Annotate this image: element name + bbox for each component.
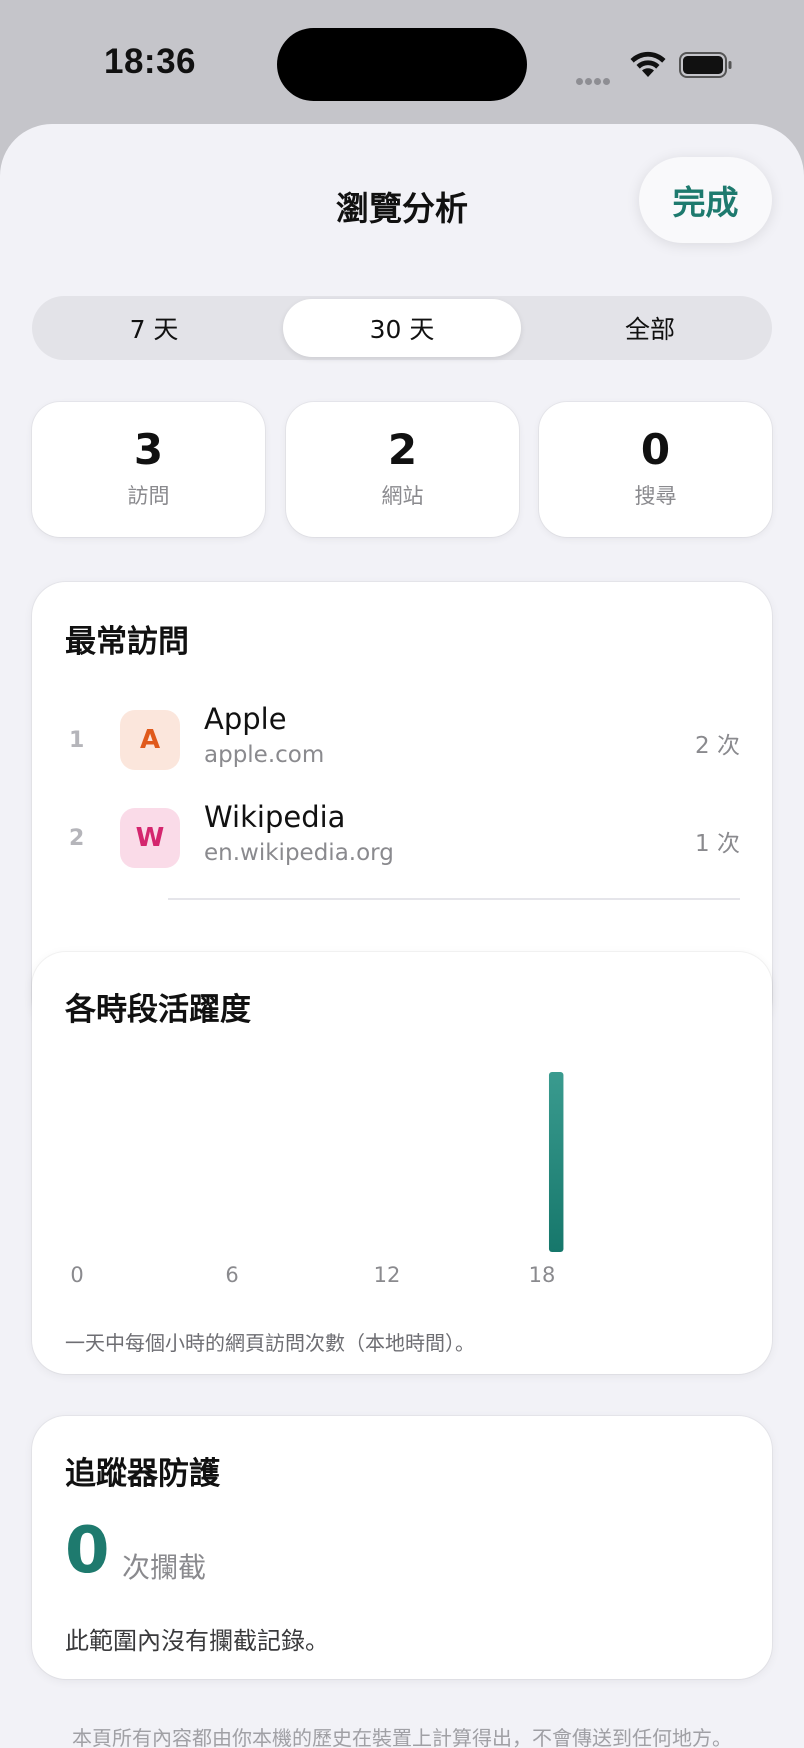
- chart-caption: 一天中每個小時的網頁訪問次數（本地時間）。: [65, 1331, 475, 1355]
- segment-7-days[interactable]: 7 天: [35, 299, 273, 357]
- wifi-icon: [630, 51, 666, 77]
- top-sites-title: 最常訪問: [65, 624, 189, 660]
- analytics-sheet: 瀏覽分析 完成 7 天 30 天 全部 3 訪問 2 網站 0 搜尋 最常訪問 …: [0, 124, 804, 1748]
- x-tick-label: 0: [70, 1263, 83, 1287]
- stat-value: 0: [640, 425, 671, 474]
- site-favicon-icon: W: [120, 808, 180, 868]
- stat-card-sites: 2 網站: [286, 402, 519, 537]
- site-visit-count: 1 次: [695, 831, 740, 857]
- site-rank: 2: [69, 826, 85, 851]
- tracker-blocked-count: 0: [65, 1514, 110, 1588]
- site-domain: apple.com: [204, 742, 325, 768]
- stat-label: 訪問: [127, 484, 170, 508]
- row-divider: [168, 898, 740, 900]
- site-visit-count: 2 次: [695, 733, 740, 759]
- chart-bar-hour-18: [548, 1072, 564, 1252]
- status-time: 18:36: [104, 42, 197, 81]
- tracker-protection-card: 追蹤器防護 0 次攔截 此範圍內沒有攔截記錄。: [32, 1416, 772, 1679]
- list-item[interactable]: 1 A Apple apple.com 2 次: [32, 692, 772, 788]
- site-name: Wikipedia: [204, 800, 346, 834]
- segment-all[interactable]: 全部: [531, 299, 769, 357]
- signal-dots-icon: [576, 70, 612, 89]
- stat-value: 2: [387, 425, 418, 474]
- site-domain: en.wikipedia.org: [204, 840, 394, 866]
- hourly-activity-chart: 0 6 12 18: [70, 1072, 564, 1287]
- x-tick-label: 12: [374, 1263, 401, 1287]
- stat-label: 網站: [381, 484, 424, 508]
- tracker-title: 追蹤器防護: [65, 1456, 220, 1492]
- x-tick-label: 18: [529, 1263, 556, 1287]
- site-rank: 1: [69, 728, 85, 753]
- stat-value: 3: [133, 425, 164, 474]
- privacy-footer-note: 本頁所有內容都由你本機的歷史在裝置上計算得出，不會傳送到任何地方。: [72, 1726, 732, 1748]
- tracker-empty-note: 此範圍內沒有攔截記錄。: [65, 1627, 329, 1655]
- site-favicon-icon: A: [120, 710, 180, 770]
- dynamic-island: [277, 28, 527, 101]
- site-name: Apple: [204, 702, 287, 736]
- segment-30-days[interactable]: 30 天: [283, 299, 521, 357]
- x-tick-label: 6: [225, 1263, 238, 1287]
- activity-card: 各時段活躍度 0 6 12 18 一天中每個小時的網頁訪問次數（本地時間）。: [32, 952, 772, 1374]
- done-button[interactable]: 完成: [639, 157, 772, 243]
- tracker-unit-label: 次攔截: [122, 1551, 207, 1584]
- status-bar: 18:36: [0, 0, 804, 124]
- list-item[interactable]: 2 W Wikipedia en.wikipedia.org 1 次: [32, 790, 772, 886]
- battery-icon: [679, 52, 732, 78]
- stat-card-visits: 3 訪問: [32, 402, 265, 537]
- stat-label: 搜尋: [634, 484, 677, 508]
- range-segmented-control: 7 天 30 天 全部: [32, 296, 772, 360]
- stat-card-searches: 0 搜尋: [539, 402, 772, 537]
